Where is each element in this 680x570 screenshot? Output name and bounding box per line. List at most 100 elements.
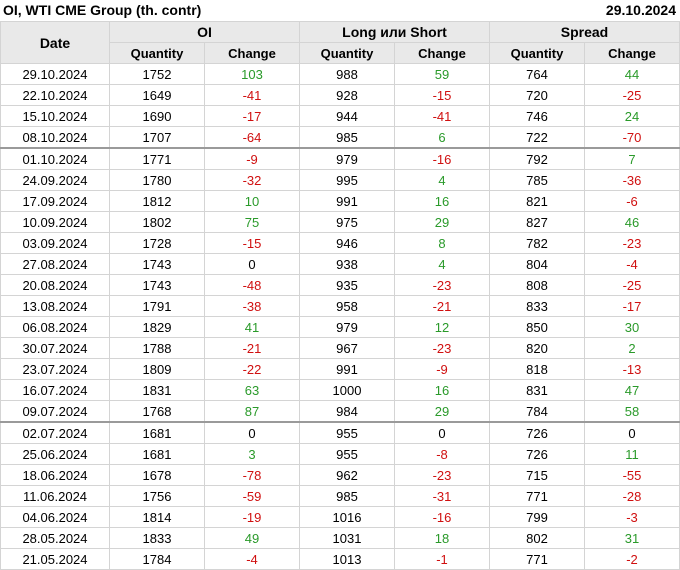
date-cell: 20.08.2024 (0, 274, 110, 296)
oi-change-cell: -15 (204, 232, 300, 254)
date-cell: 11.06.2024 (0, 485, 110, 507)
oi-change-cell: 63 (204, 379, 300, 401)
header-row-groups: Date OI Long или Short Spread (0, 21, 680, 64)
report-date: 29.10.2024 (605, 2, 676, 18)
ls-change-cell: -8 (394, 443, 490, 465)
oi-quantity-cell: 1678 (109, 464, 205, 486)
oi-quantity-cell: 1814 (109, 506, 205, 528)
oi-quantity-cell: 1780 (109, 169, 205, 191)
ls-change-cell: 4 (394, 169, 490, 191)
ls-change-cell: -9 (394, 358, 490, 380)
ls-change-cell: -23 (394, 337, 490, 359)
ls-change-cell: -16 (394, 506, 490, 528)
table-row: 18.06.2024 1678 -78 962 -23 715 -55 (0, 464, 680, 486)
spread-quantity-cell: 820 (489, 337, 585, 359)
date-cell: 08.10.2024 (0, 126, 110, 149)
oi-change-cell: -9 (204, 147, 300, 170)
spread-quantity-cell: 818 (489, 358, 585, 380)
spread-quantity-cell: 726 (489, 421, 585, 444)
spread-quantity-cell: 746 (489, 105, 585, 127)
spread-quantity-cell: 782 (489, 232, 585, 254)
spread-quantity-cell: 771 (489, 485, 585, 507)
spread-change-cell: 11 (584, 443, 680, 465)
spread-change-cell: -70 (584, 126, 680, 149)
date-cell: 09.07.2024 (0, 400, 110, 423)
column-header-date: Date (0, 21, 110, 64)
ls-quantity-cell: 935 (299, 274, 395, 296)
column-header-spread-quantity: Quantity (489, 42, 585, 64)
spread-change-cell: -6 (584, 190, 680, 212)
spread-change-cell: 47 (584, 379, 680, 401)
ls-quantity-cell: 991 (299, 358, 395, 380)
column-header-spread-change: Change (584, 42, 680, 64)
table-row: 01.10.2024 1771 -9 979 -16 792 7 (0, 147, 680, 170)
oi-change-cell: -38 (204, 295, 300, 317)
date-cell: 16.07.2024 (0, 379, 110, 401)
date-cell: 28.05.2024 (0, 527, 110, 549)
spread-change-cell: 7 (584, 147, 680, 170)
ls-change-cell: 29 (394, 211, 490, 233)
table-row: 15.10.2024 1690 -17 944 -41 746 24 (0, 105, 680, 127)
ls-change-cell: 59 (394, 63, 490, 85)
oi-quantity-cell: 1784 (109, 548, 205, 570)
oi-change-cell: -41 (204, 84, 300, 106)
table-row: 17.09.2024 1812 10 991 16 821 -6 (0, 190, 680, 212)
ls-change-cell: -15 (394, 84, 490, 106)
spread-quantity-cell: 764 (489, 63, 585, 85)
spread-quantity-cell: 785 (489, 169, 585, 191)
ls-quantity-cell: 985 (299, 126, 395, 149)
date-cell: 17.09.2024 (0, 190, 110, 212)
ls-change-cell: -16 (394, 147, 490, 170)
date-cell: 01.10.2024 (0, 147, 110, 170)
ls-quantity-cell: 979 (299, 147, 395, 170)
date-cell: 21.05.2024 (0, 548, 110, 570)
ls-change-cell: 8 (394, 232, 490, 254)
ls-change-cell: 6 (394, 126, 490, 149)
date-cell: 29.10.2024 (0, 63, 110, 85)
oi-change-cell: 0 (204, 421, 300, 444)
spread-change-cell: -36 (584, 169, 680, 191)
date-cell: 25.06.2024 (0, 443, 110, 465)
ls-change-cell: 29 (394, 400, 490, 423)
oi-change-cell: 103 (204, 63, 300, 85)
spread-quantity-cell: 799 (489, 506, 585, 528)
spread-change-cell: -25 (584, 274, 680, 296)
oi-change-cell: 75 (204, 211, 300, 233)
date-cell: 22.10.2024 (0, 84, 110, 106)
spread-change-cell: 58 (584, 400, 680, 423)
oi-quantity-cell: 1809 (109, 358, 205, 380)
ls-quantity-cell: 1013 (299, 548, 395, 570)
oi-change-cell: -64 (204, 126, 300, 149)
ls-quantity-cell: 988 (299, 63, 395, 85)
spread-change-cell: -2 (584, 548, 680, 570)
oi-change-cell: -48 (204, 274, 300, 296)
group-header-long-short: Long или Short (299, 21, 490, 43)
spread-change-cell: -25 (584, 84, 680, 106)
spread-change-cell: -3 (584, 506, 680, 528)
oi-change-cell: 49 (204, 527, 300, 549)
date-cell: 02.07.2024 (0, 421, 110, 444)
date-cell: 10.09.2024 (0, 211, 110, 233)
table-row: 22.10.2024 1649 -41 928 -15 720 -25 (0, 84, 680, 106)
date-cell: 27.08.2024 (0, 253, 110, 275)
ls-quantity-cell: 985 (299, 485, 395, 507)
column-header-ls-quantity: Quantity (299, 42, 395, 64)
oi-change-cell: -78 (204, 464, 300, 486)
spread-quantity-cell: 821 (489, 190, 585, 212)
oi-change-cell: 3 (204, 443, 300, 465)
oi-table: Date OI Long или Short Spread Quantity C… (0, 21, 680, 570)
ls-quantity-cell: 975 (299, 211, 395, 233)
ls-change-cell: 16 (394, 190, 490, 212)
spread-change-cell: 24 (584, 105, 680, 127)
oi-change-cell: 0 (204, 253, 300, 275)
ls-change-cell: 0 (394, 421, 490, 444)
ls-quantity-cell: 955 (299, 443, 395, 465)
column-header-oi-quantity: Quantity (109, 42, 205, 64)
spread-change-cell: 2 (584, 337, 680, 359)
oi-quantity-cell: 1690 (109, 105, 205, 127)
ls-change-cell: 12 (394, 316, 490, 338)
group-header-spread: Spread (489, 21, 680, 43)
spread-change-cell: 44 (584, 63, 680, 85)
column-header-oi-change: Change (204, 42, 300, 64)
spread-quantity-cell: 804 (489, 253, 585, 275)
